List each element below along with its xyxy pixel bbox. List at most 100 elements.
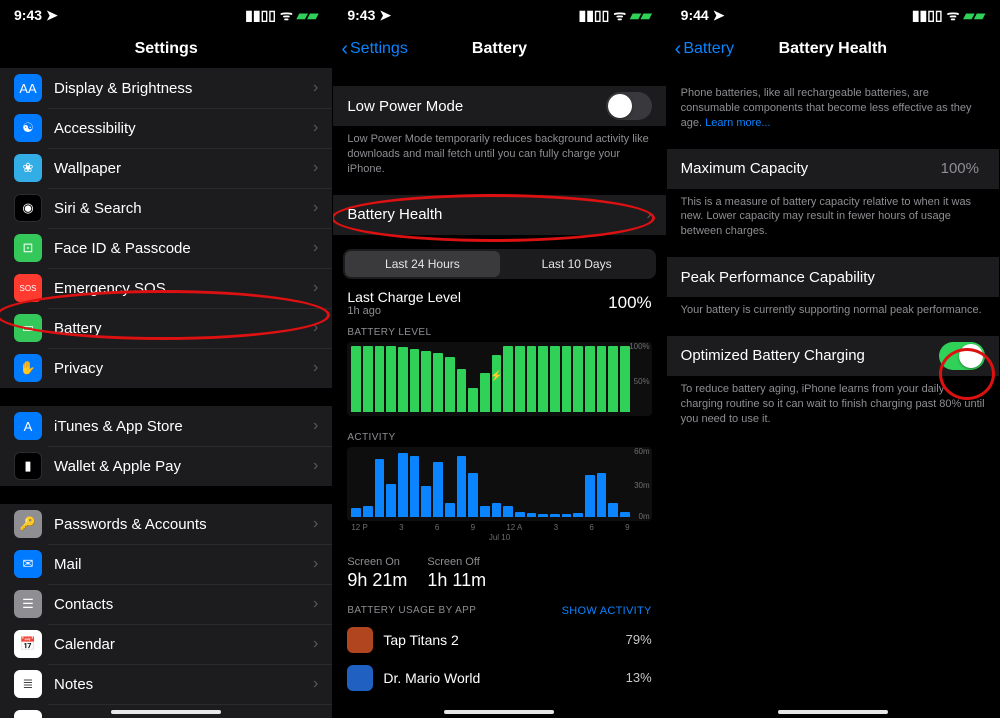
bar bbox=[573, 346, 583, 412]
show-activity-button[interactable]: SHOW ACTIVITY bbox=[562, 605, 652, 617]
bar bbox=[538, 514, 548, 516]
bar bbox=[573, 513, 583, 516]
chevron-right-icon: › bbox=[313, 79, 318, 97]
max-capacity-value: 100% bbox=[941, 160, 979, 177]
wifi-icon: ᯤ bbox=[613, 6, 626, 25]
learn-more-link[interactable]: Learn more... bbox=[705, 117, 770, 129]
settings-row[interactable]: ☯ Accessibility› bbox=[0, 108, 332, 148]
row-label: Accessibility bbox=[54, 120, 313, 137]
battery-level-chart: 100% 50% ⚡ bbox=[347, 342, 651, 416]
settings-row[interactable]: ≣Notes› bbox=[0, 664, 332, 704]
itunes-icon: A bbox=[14, 412, 42, 440]
sos-icon: SOS bbox=[14, 274, 42, 302]
bar bbox=[585, 346, 595, 412]
bar bbox=[515, 512, 525, 516]
back-button[interactable]: ‹ Settings bbox=[341, 30, 407, 68]
home-indicator[interactable] bbox=[111, 710, 221, 714]
home-indicator[interactable] bbox=[444, 710, 554, 714]
bar bbox=[375, 346, 385, 412]
settings-row[interactable]: ⊡Face ID & Passcode› bbox=[0, 228, 332, 268]
row-optimized-charging[interactable]: Optimized Battery Charging bbox=[667, 336, 999, 376]
optimized-charging-toggle[interactable] bbox=[939, 342, 985, 370]
bar bbox=[445, 503, 455, 516]
bar bbox=[421, 351, 431, 412]
settings-row[interactable]: ◉Siri & Search› bbox=[0, 188, 332, 228]
row-label: Peak Performance Capability bbox=[681, 269, 985, 286]
chevron-right-icon: › bbox=[313, 319, 318, 337]
back-button[interactable]: ‹ Battery bbox=[675, 30, 734, 68]
bar bbox=[515, 346, 525, 412]
settings-row[interactable]: ✋Privacy› bbox=[0, 348, 332, 388]
chevron-right-icon: › bbox=[313, 417, 318, 435]
faceid-icon: ⊡ bbox=[14, 234, 42, 262]
row-low-power-mode[interactable]: Low Power Mode bbox=[333, 86, 665, 126]
home-indicator[interactable] bbox=[778, 710, 888, 714]
row-label: Emergency SOS bbox=[54, 280, 313, 297]
passwords-icon: 🔑 bbox=[14, 510, 42, 538]
chevron-right-icon: › bbox=[313, 239, 318, 257]
settings-row[interactable]: 📅Calendar› bbox=[0, 624, 332, 664]
battery-status-icon: ▰▰ bbox=[963, 7, 985, 24]
row-label: Privacy bbox=[54, 360, 313, 377]
settings-row[interactable]: 🔑Passwords & Accounts› bbox=[0, 504, 332, 544]
wallet-icon: ▮ bbox=[14, 452, 42, 480]
bar bbox=[527, 513, 537, 516]
settings-row[interactable]: ▭Battery› bbox=[0, 308, 332, 348]
app-icon bbox=[347, 665, 373, 691]
peak-note: Your battery is currently supporting nor… bbox=[667, 297, 999, 318]
bar bbox=[433, 462, 443, 517]
chevron-right-icon: › bbox=[313, 359, 318, 377]
siri-search-icon: ◉ bbox=[14, 194, 42, 222]
settings-row[interactable]: ☰Contacts› bbox=[0, 584, 332, 624]
status-bar: 9:43 ➤ ▮▮▯▯ ᯤ ▰▰ bbox=[0, 0, 332, 30]
chevron-right-icon: › bbox=[313, 457, 318, 475]
screen-off-value: 1h 11m bbox=[427, 570, 486, 591]
status-right-icons: ▮▮▯▯ ᯤ ▰▰ bbox=[912, 6, 985, 25]
x-tick: 12 P bbox=[351, 523, 367, 532]
last-charge-sub: 1h ago bbox=[347, 305, 461, 317]
pane-battery: 9:43 ➤ ▮▮▯▯ ᯤ ▰▰ ‹ Settings Battery Low … bbox=[333, 0, 666, 718]
settings-row[interactable]: ▮ Wallet & Apple Pay› bbox=[0, 446, 332, 486]
pane-settings: 9:43 ➤ ▮▮▯▯ ᯤ ▰▰ Settings AADisplay & Br… bbox=[0, 0, 333, 718]
x-tick: 3 bbox=[399, 523, 403, 532]
bar bbox=[386, 484, 396, 517]
bar bbox=[550, 346, 560, 412]
wifi-icon: ᯤ bbox=[947, 6, 960, 25]
row-label: Battery bbox=[54, 320, 313, 337]
row-label: Contacts bbox=[54, 596, 313, 613]
settings-row[interactable]: ❀Wallpaper› bbox=[0, 148, 332, 188]
x-tick: 3 bbox=[554, 523, 558, 532]
row-peak-performance: Peak Performance Capability bbox=[667, 257, 999, 297]
bar bbox=[398, 453, 408, 517]
nav-header: Settings bbox=[0, 30, 332, 68]
accessibility-icon: ☯ bbox=[14, 114, 42, 142]
bar bbox=[351, 346, 361, 412]
bar bbox=[562, 514, 572, 516]
back-label: Battery bbox=[683, 40, 734, 58]
seg-last-24h[interactable]: Last 24 Hours bbox=[345, 251, 499, 277]
bar bbox=[410, 456, 420, 517]
y-label-30m: 30m bbox=[634, 481, 650, 490]
chevron-right-icon: › bbox=[313, 119, 318, 137]
settings-row[interactable]: AADisplay & Brightness› bbox=[0, 68, 332, 108]
bar bbox=[398, 347, 408, 412]
bar bbox=[620, 346, 630, 412]
app-usage-row[interactable]: Dr. Mario World13% bbox=[333, 659, 665, 697]
seg-last-10d[interactable]: Last 10 Days bbox=[500, 251, 654, 277]
settings-row[interactable]: AiTunes & App Store› bbox=[0, 406, 332, 446]
battery-scroll[interactable]: Low Power Mode Low Power Mode temporaril… bbox=[333, 68, 665, 718]
row-label: Maximum Capacity bbox=[681, 160, 941, 177]
status-time: 9:43 bbox=[347, 7, 375, 23]
bh-scroll[interactable]: Phone batteries, like all rechargeable b… bbox=[667, 68, 999, 718]
settings-row[interactable]: ✉Mail› bbox=[0, 544, 332, 584]
settings-list[interactable]: AADisplay & Brightness›☯Accessibility›❀W… bbox=[0, 68, 332, 718]
row-label: Wallet & Apple Pay bbox=[54, 458, 313, 475]
usage-header: BATTERY USAGE BY APP SHOW ACTIVITY bbox=[333, 593, 665, 621]
app-usage-row[interactable]: Tap Titans 279% bbox=[333, 621, 665, 659]
settings-row[interactable]: SOSEmergency SOS› bbox=[0, 268, 332, 308]
bar bbox=[620, 512, 630, 516]
low-power-mode-toggle[interactable] bbox=[606, 92, 652, 120]
row-battery-health[interactable]: Battery Health › bbox=[333, 195, 665, 235]
bar bbox=[480, 373, 490, 411]
time-range-segmented[interactable]: Last 24 Hours Last 10 Days bbox=[343, 249, 655, 279]
